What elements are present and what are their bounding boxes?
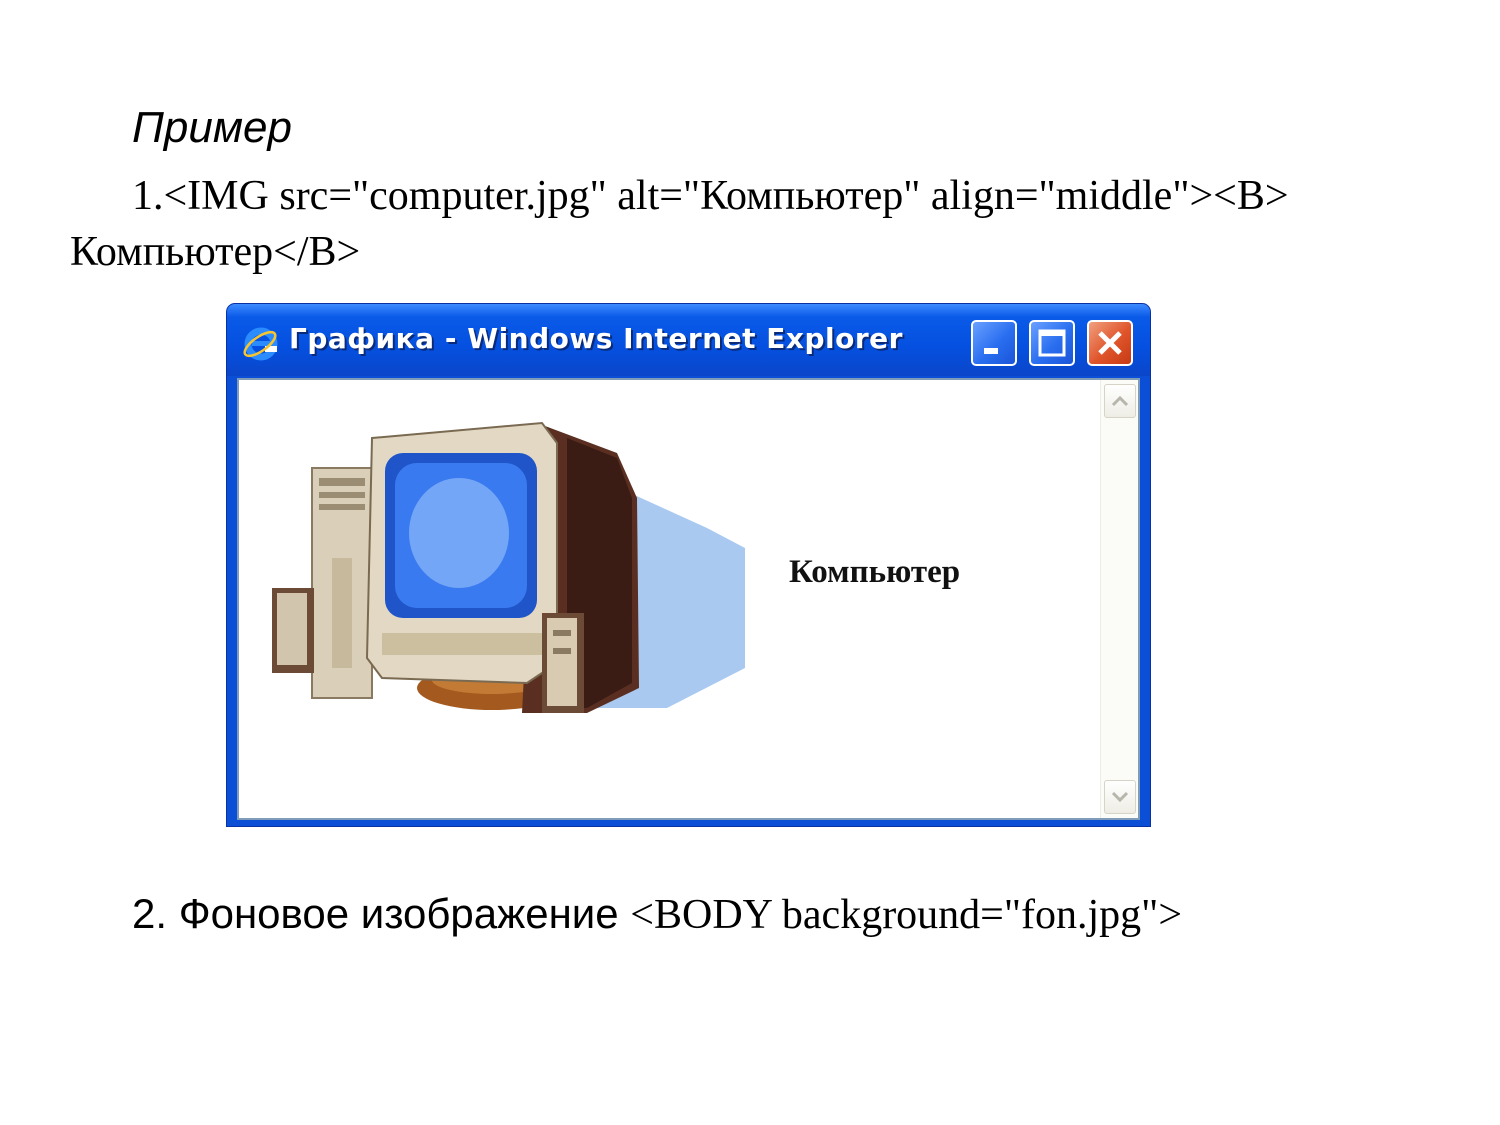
- maximize-button[interactable]: [1029, 320, 1075, 366]
- slide-heading: Пример: [132, 103, 292, 152]
- scroll-down-button[interactable]: [1104, 780, 1136, 814]
- scroll-up-arrow-icon: [1111, 395, 1129, 407]
- maximize-icon: [1038, 329, 1066, 357]
- browser-content-area: Компьютер: [237, 378, 1140, 820]
- item2-label: 2. Фоновое изображение: [132, 890, 631, 937]
- vertical-scrollbar[interactable]: [1100, 380, 1138, 818]
- computer-image: [272, 421, 745, 713]
- close-button[interactable]: [1087, 320, 1133, 366]
- ie-logo-icon: [243, 327, 278, 361]
- item2-code: <BODY background="fon.jpg">: [630, 892, 1183, 938]
- ie-window: Графика - Windows Internet Explorer Комп…: [226, 303, 1151, 827]
- window-titlebar[interactable]: Графика - Windows Internet Explorer: [227, 304, 1150, 376]
- minimize-button[interactable]: [971, 320, 1017, 366]
- example-item-2: 2. Фоновое изображение <BODY background=…: [132, 886, 1182, 943]
- minimize-icon: [984, 348, 998, 354]
- example-code-line: 1.<IMG src="computer.jpg" alt="Компьютер…: [70, 173, 1289, 275]
- window-title: Графика - Windows Internet Explorer: [289, 322, 903, 355]
- image-caption-bold: Компьютер: [789, 554, 961, 590]
- scroll-down-arrow-icon: [1111, 791, 1129, 803]
- scroll-up-button[interactable]: [1104, 384, 1136, 418]
- close-icon: [1098, 331, 1122, 355]
